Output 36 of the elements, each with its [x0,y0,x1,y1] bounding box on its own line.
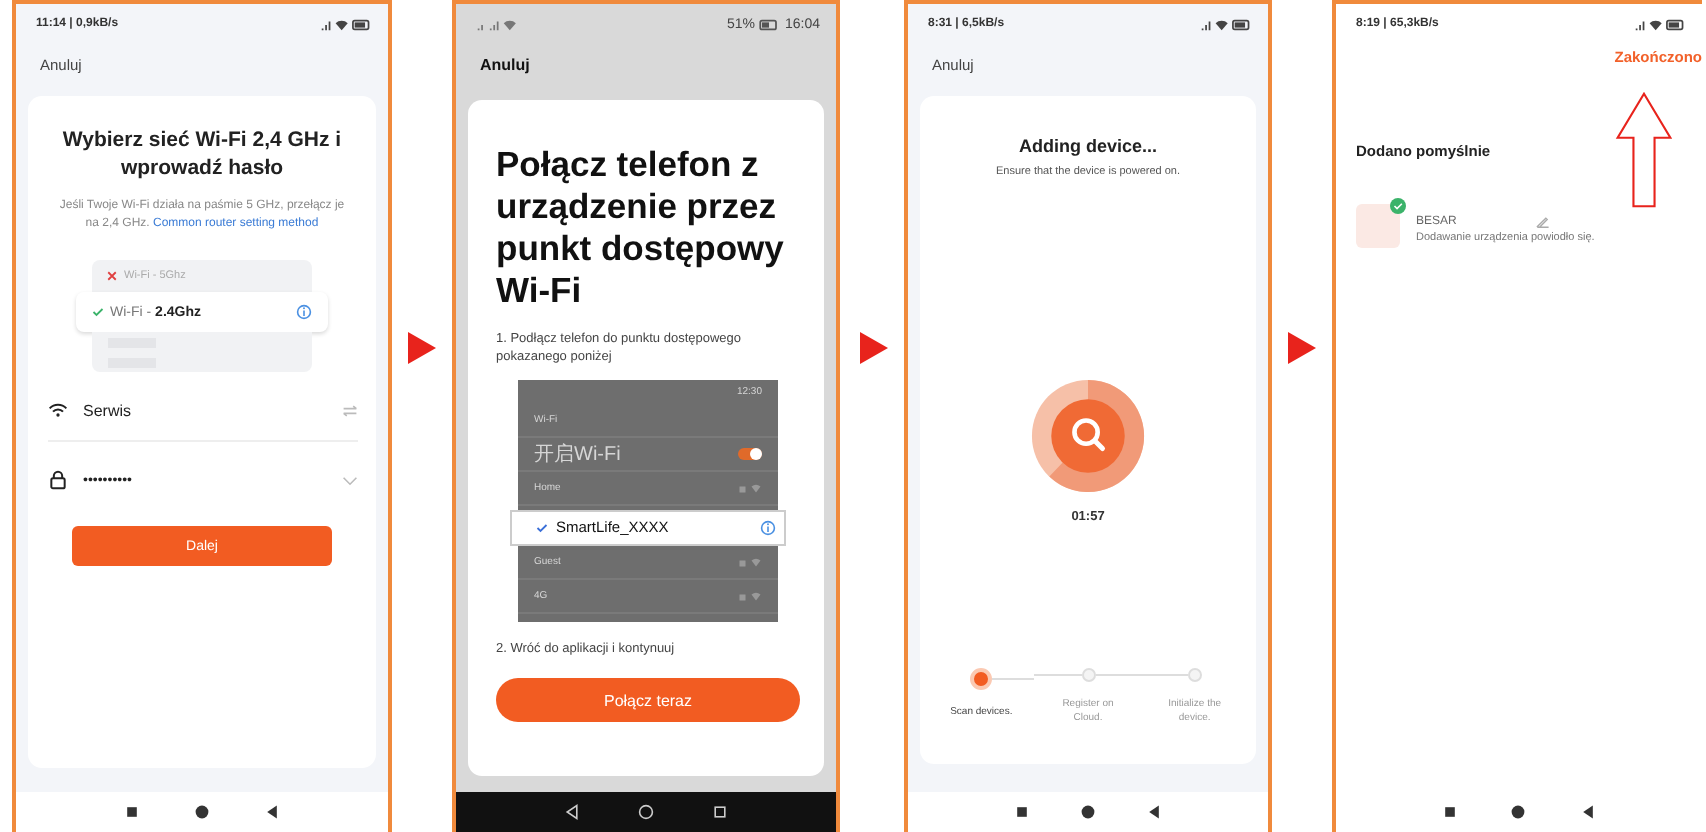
mock-toggle-label: 开启Wi-Fi [534,441,621,468]
cancel-link[interactable]: Anuluj [456,36,530,84]
home-icon[interactable] [637,804,654,820]
arrow-right-icon [1288,332,1316,364]
status-icons-drawing [1200,17,1252,31]
battery-icon [758,17,781,31]
check-icon [536,521,548,534]
info-icon [760,519,776,536]
arrow-right-icon [860,332,888,364]
status-icons-drawing [320,17,372,31]
lock-icon [47,470,67,491]
status-icons-drawing [1634,17,1686,31]
recents-icon[interactable] [123,804,140,820]
success-check-icon [1390,198,1406,214]
back-icon[interactable] [1579,804,1596,820]
back-icon[interactable] [264,804,281,820]
recents-icon[interactable] [1442,804,1459,820]
lock-wifi-icons-drawing [738,481,762,494]
home-icon[interactable] [193,804,210,820]
screen-title: Połącz telefon z urządzenie przez punkt dostępowy Wi-Fi [496,144,786,312]
lock-wifi-icons-drawing [738,555,762,568]
home-icon[interactable] [1510,804,1527,820]
recents-icon[interactable] [1013,804,1030,820]
lock-wifi-icons-drawing [738,589,762,602]
info-icon [296,304,312,321]
scanning-search-icon [1030,378,1146,494]
arrow-right-icon [408,332,436,364]
up-arrow-annotation [1614,92,1674,208]
recents-icon[interactable] [711,804,728,820]
home-icon[interactable] [1079,804,1096,820]
network-field[interactable]: Serwis [83,401,325,420]
wifi-icon [47,400,67,421]
screen-title: Wybierz sieć Wi-Fi 2,4 GHz i wprowadź hasło [60,128,344,183]
back-icon[interactable] [564,804,581,820]
screen-title: Adding device... [1018,136,1157,156]
back-icon[interactable] [1146,804,1163,820]
